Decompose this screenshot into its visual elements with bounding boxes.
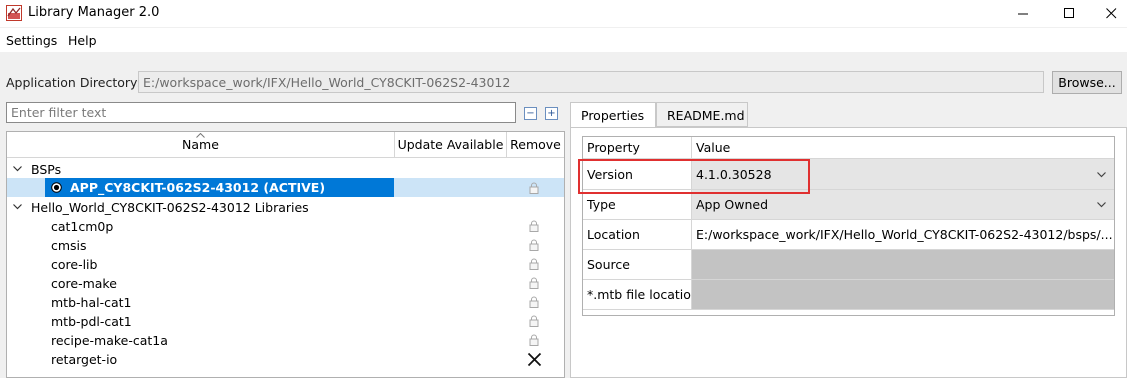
chevron-down-icon — [13, 166, 22, 172]
expand-all-icon: + — [547, 107, 556, 119]
properties-panel: Property Value Version 4.1.0.30528 Type … — [570, 127, 1127, 378]
library-row[interactable]: cat1cm0p — [7, 217, 564, 236]
menu-help[interactable]: Help — [68, 33, 97, 48]
collapse-all-button[interactable]: − — [524, 107, 537, 120]
column-header-name-label: Name — [182, 137, 219, 152]
chevron-down-icon — [1097, 202, 1106, 208]
library-tree[interactable]: Name Update Available Remove BSPs APP_CY… — [6, 131, 565, 378]
application-directory-field: E:/workspace_work/IFX/Hello_World_CY8CKI… — [138, 71, 1044, 93]
library-row[interactable]: core-lib — [7, 255, 564, 274]
lock-icon — [529, 220, 539, 232]
chevron-down-icon — [13, 204, 22, 210]
library-row[interactable]: recipe-make-cat1a — [7, 331, 564, 350]
property-location-label: Location — [583, 220, 692, 250]
sort-ascending-icon — [196, 133, 205, 138]
minimize-button[interactable] — [1000, 0, 1046, 27]
radio-selected-icon[interactable] — [51, 182, 62, 193]
property-mtb-location-label: *.mtb file location — [583, 280, 692, 310]
lock-icon — [529, 296, 539, 308]
filter-input[interactable] — [6, 102, 516, 123]
expand-all-button[interactable]: + — [545, 107, 558, 120]
bsp-item-label: APP_CY8CKIT-062S2-43012 (ACTIVE) — [70, 180, 326, 195]
tree-group-bsps-label: BSPs — [31, 162, 62, 177]
properties-header-property: Property — [583, 137, 692, 159]
close-icon — [1105, 8, 1116, 19]
property-type-label: Type — [583, 190, 692, 220]
library-name: core-lib — [51, 257, 98, 272]
library-name: recipe-make-cat1a — [51, 333, 168, 348]
minimize-icon — [1017, 13, 1028, 15]
tree-group-bsps[interactable]: BSPs — [7, 160, 564, 179]
column-header-update[interactable]: Update Available — [395, 132, 507, 158]
properties-table: Property Value Version 4.1.0.30528 Type … — [582, 136, 1115, 316]
version-value: 4.1.0.30528 — [696, 167, 772, 182]
title-bar: Library Manager 2.0 — [0, 0, 1127, 27]
mtb-location-value — [692, 280, 1114, 310]
chevron-down-icon — [1097, 172, 1106, 178]
tree-row-selected-bsp[interactable]: APP_CY8CKIT-062S2-43012 (ACTIVE) — [7, 178, 564, 197]
version-dropdown[interactable]: 4.1.0.30528 — [692, 159, 1114, 190]
maximize-icon — [1063, 8, 1074, 18]
property-version-label: Version — [583, 159, 692, 190]
lock-icon — [529, 334, 539, 346]
lock-icon — [529, 258, 539, 270]
source-value — [692, 250, 1114, 280]
column-header-remove[interactable]: Remove — [507, 132, 564, 158]
type-dropdown[interactable]: App Owned — [692, 190, 1114, 220]
tree-group-libraries[interactable]: Hello_World_CY8CKIT-062S2-43012 Librarie… — [7, 198, 564, 217]
maximize-button[interactable] — [1046, 0, 1092, 27]
library-row[interactable]: core-make — [7, 274, 564, 293]
tree-group-libraries-label: Hello_World_CY8CKIT-062S2-43012 Librarie… — [31, 200, 309, 215]
window-title: Library Manager 2.0 — [28, 5, 160, 20]
library-name: cmsis — [51, 238, 87, 253]
details-tabs: Properties README.md — [570, 100, 1127, 129]
library-manager-app-icon — [6, 5, 22, 21]
library-row[interactable]: mtb-hal-cat1 — [7, 293, 564, 312]
column-header-name[interactable]: Name — [7, 132, 395, 158]
application-directory-label: Application Directory: — [6, 75, 141, 90]
browse-button[interactable]: Browse... — [1052, 71, 1122, 94]
library-name: mtb-pdl-cat1 — [51, 314, 132, 329]
lock-icon — [529, 315, 539, 327]
menu-bar: Settings Help — [0, 28, 1127, 52]
library-row[interactable]: retarget-io — [7, 350, 564, 369]
properties-header-value: Value — [692, 137, 1114, 159]
library-name: mtb-hal-cat1 — [51, 295, 132, 310]
tab-readme[interactable]: README.md — [656, 102, 748, 127]
library-row[interactable]: mtb-pdl-cat1 — [7, 312, 564, 331]
lock-icon — [529, 182, 539, 194]
menu-settings[interactable]: Settings — [6, 33, 57, 48]
close-button[interactable] — [1088, 0, 1127, 27]
type-value: App Owned — [696, 197, 769, 212]
library-name: cat1cm0p — [51, 219, 114, 234]
lock-icon — [529, 277, 539, 289]
library-row[interactable]: cmsis — [7, 236, 564, 255]
tab-properties[interactable]: Properties — [570, 102, 656, 129]
property-source-label: Source — [583, 250, 692, 280]
collapse-all-icon: − — [526, 107, 535, 119]
location-value[interactable]: E:/workspace_work/IFX/Hello_World_CY8CKI… — [692, 220, 1114, 250]
library-name: core-make — [51, 276, 117, 291]
remove-x-icon[interactable] — [527, 352, 542, 367]
library-name: retarget-io — [51, 352, 118, 367]
lock-icon — [529, 239, 539, 251]
